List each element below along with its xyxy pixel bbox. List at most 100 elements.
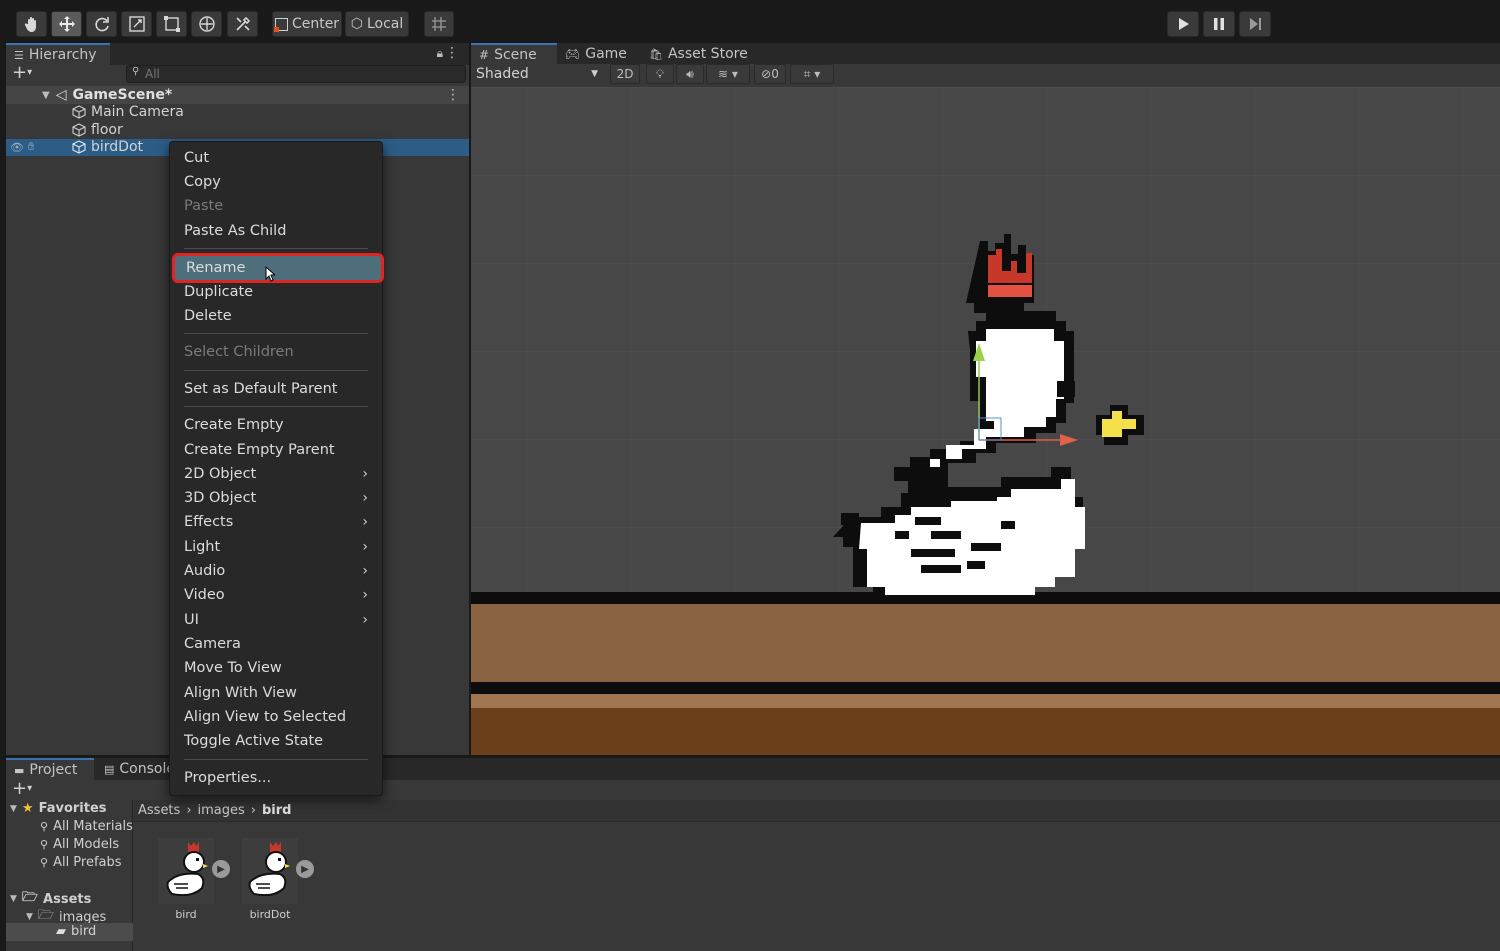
breadcrumb-bird[interactable]: bird [262,803,291,818]
pivot-center-button[interactable]: Center [272,11,342,37]
scene-canvas [471,87,1500,755]
menu-item-label: UI [184,612,199,628]
menu-item-3d-object[interactable]: 3D Object › [170,487,382,509]
create-asset-button[interactable]: +▾ [12,780,32,798]
asset-thumbnail-birddot[interactable] [242,838,298,904]
scene-root-row[interactable]: ▼ ◁ GameScene* ⋮ [8,86,468,104]
2d-toggle-button[interactable]: 2D [610,64,640,84]
visibility-eye-icon[interactable]: 👁︎ [10,141,24,154]
favorite-all-materials[interactable]: ⚲ All Materials [40,819,133,834]
menu-item-align-with-view[interactable]: Align With View [170,682,382,704]
hierarchy-search-input[interactable]: ⚲ All [126,65,466,83]
menu-item-label: Delete [184,308,232,324]
expand-sprite-icon[interactable]: ▶ [212,860,230,878]
favorites-node[interactable]: ▼ ★ Favorites [10,801,107,816]
menu-item-create-empty-parent[interactable]: Create Empty Parent [170,439,382,461]
space-local-button[interactable]: ⬡ Local [345,11,409,37]
grid-snap-icon[interactable] [424,11,454,37]
expand-arrow-icon[interactable]: ▼ [10,894,17,904]
rotate-tool-icon[interactable] [86,11,117,37]
menu-item-label: Toggle Active State [184,733,324,749]
menu-item-paste-as-child[interactable]: Paste As Child [170,220,382,242]
step-button[interactable] [1239,11,1271,37]
favorite-all-models[interactable]: ⚲ All Models [40,837,119,852]
gamepad-icon: 🎮︎ [565,47,581,61]
hand-tool-icon[interactable] [16,11,47,37]
menu-item-select-children: Select Children [170,341,382,363]
menu-item-delete[interactable]: Delete [170,305,382,327]
play-button[interactable] [1167,11,1199,37]
lighting-toggle-icon[interactable]: 💡︎ [646,64,674,84]
menu-item-label: Paste [184,198,224,214]
favorite-all-prefabs[interactable]: ⚲ All Prefabs [40,855,122,870]
menu-item-label: Rename [186,260,246,276]
effects-dropdown-icon[interactable]: ≋ ▾ [706,64,750,84]
pickable-hand-icon[interactable]: ✋︎ [28,140,34,154]
audio-toggle-icon[interactable]: 🔊︎ [676,64,704,84]
menu-item-set-default-parent[interactable]: Set as Default Parent [170,378,382,400]
scene-viewport[interactable] [471,87,1500,755]
asset-thumbnail-bird[interactable] [158,838,214,904]
menu-item-cut[interactable]: Cut [170,147,382,169]
2d-label: 2D [616,67,634,81]
bird-folder-node[interactable]: ▰ bird [56,924,96,939]
tab-game[interactable]: 🎮︎ Game [557,43,635,65]
search-placeholder: All [145,67,160,81]
more-options-icon[interactable]: ⋮ [445,45,459,61]
hierarchy-item-floor[interactable]: floor [8,121,468,139]
menu-item-label: Copy [184,174,221,190]
menu-item-align-view-to-selected[interactable]: Align View to Selected [170,706,382,728]
tab-game-label: Game [585,46,627,62]
expand-arrow-icon[interactable]: ▼ [42,90,50,101]
menu-separator [184,370,368,371]
breadcrumb-images[interactable]: images [198,803,245,818]
menu-item-camera[interactable]: Camera [170,633,382,655]
tab-scene[interactable]: # Scene [471,43,557,65]
menu-item-rename[interactable]: Rename [172,253,384,283]
menu-item-2d-object[interactable]: 2D Object › [170,463,382,485]
menu-item-label: Align With View [184,685,297,701]
pause-button[interactable] [1203,11,1235,37]
tab-asset-store[interactable]: 🛍︎ Asset Store [641,43,756,65]
chevron-right-icon: › [362,587,368,603]
breadcrumb-assets[interactable]: Assets [138,803,180,818]
tab-project[interactable]: ▬ Project [6,758,94,780]
chevron-right-icon: › [362,539,368,555]
rect-tool-icon[interactable] [156,11,187,37]
menu-item-effects[interactable]: Effects › [170,511,382,533]
menu-item-toggle-active-state[interactable]: Toggle Active State [170,730,382,752]
menu-item-properties[interactable]: Properties... [170,767,382,789]
menu-item-ui[interactable]: UI › [170,609,382,631]
grid-dropdown-icon[interactable]: ⌗ ▾ [790,64,834,84]
menu-item-label: Light [184,539,221,555]
menu-item-light[interactable]: Light › [170,536,382,558]
custom-tool-icon[interactable] [227,11,258,37]
expand-arrow-icon[interactable]: ▼ [26,912,33,922]
menu-item-audio[interactable]: Audio › [170,560,382,582]
menu-item-label: 3D Object [184,490,257,506]
scale-tool-icon[interactable] [121,11,152,37]
menu-separator [184,406,368,407]
mouse-cursor-icon [265,266,275,282]
favorite-label: All Models [53,837,120,852]
menu-item-label: Audio [184,563,226,579]
scene-options-icon[interactable]: ⋮ [446,87,460,103]
expand-sprite-icon[interactable]: ▶ [296,860,314,878]
lock-icon[interactable]: 🔒︎ [437,46,443,61]
hidden-objects-toggle[interactable]: ⊘ 0 [754,64,786,84]
shading-mode-dropdown[interactable]: Shaded ▼ [471,64,604,84]
expand-arrow-icon[interactable]: ▼ [10,804,17,814]
eye-slash-icon: ⊘ [761,67,772,81]
menu-item-move-to-view[interactable]: Move To View [170,657,382,679]
menu-item-create-empty[interactable]: Create Empty [170,414,382,436]
menu-item-video[interactable]: Video › [170,584,382,606]
add-object-button[interactable]: +▾ [12,64,32,82]
menu-item-duplicate[interactable]: Duplicate [170,281,382,303]
transform-tool-icon[interactable] [191,11,222,37]
unity-scene-icon: ◁ [55,87,67,103]
menu-item-copy[interactable]: Copy [170,171,382,193]
move-tool-icon[interactable] [51,11,82,37]
hierarchy-item-main-camera[interactable]: Main Camera [8,103,468,121]
cube-icon: ⬡ [350,16,363,32]
search-icon: ⚲ [40,820,49,833]
